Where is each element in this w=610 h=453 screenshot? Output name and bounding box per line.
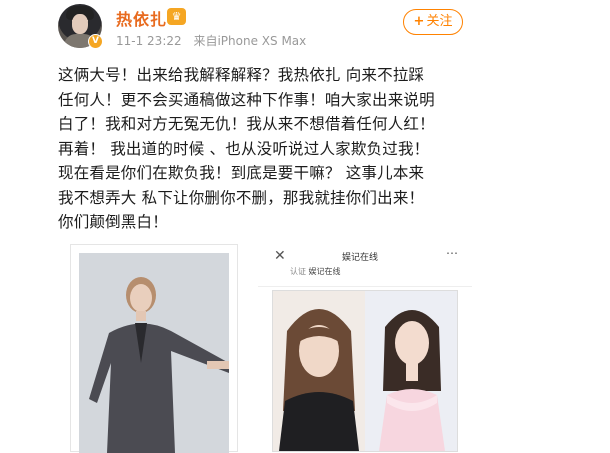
post-text-line: 任何人！更不会买通稿做这种下作事！咱大家出来说明 — [58, 90, 435, 109]
person-photo — [79, 253, 229, 453]
post-text-line: 现在看是你们在欺负我！到底是要干嘛？ 这事儿本来 — [58, 164, 425, 182]
more-icon: ⋯ — [446, 246, 459, 260]
post-text-line: 我不想弄大 私下让你删你不删，那我就挂你们出来！ — [58, 188, 425, 207]
embedded-sub-account: 娱记在线 — [308, 267, 341, 276]
username[interactable]: 热依扎 — [116, 6, 167, 30]
post-image-1[interactable] — [70, 244, 238, 453]
follow-button-label: 关注 — [426, 14, 453, 29]
left-portrait-illustration — [273, 291, 365, 451]
left-portrait-photo — [273, 291, 365, 451]
close-icon: ✕ — [274, 248, 286, 264]
post-text-line: 你们颠倒黑白！ — [58, 213, 168, 231]
post-body: 这俩大号！出来给我解释解释？我热依扎 向来不拉踩 任何人！更不会买通稿做这种下作… — [58, 63, 508, 235]
embedded-sub-prefix: 认证 — [290, 267, 306, 276]
plus-icon: + — [413, 14, 425, 29]
right-portrait-photo — [365, 291, 457, 451]
post-timestamp: 11-1 23:22 — [116, 34, 182, 48]
post-header: V 热依扎 ♛ 11-1 23:22 来自iPhone XS Max + 关注 — [0, 0, 610, 58]
post-text-line: 这俩大号！出来给我解释解释？我热依扎 向来不拉踩 — [58, 66, 425, 84]
follow-button[interactable]: + 关注 — [403, 9, 463, 35]
verified-badge-icon: V — [88, 34, 103, 49]
avatar-face — [72, 14, 88, 34]
member-crown-icon[interactable]: ♛ — [167, 8, 186, 25]
embedded-subtitle: 认证 娱记在线 — [290, 266, 341, 277]
person-figure-illustration — [79, 253, 229, 453]
embedded-nav-title: 娱记在线 — [342, 253, 379, 263]
post-image-2-screenshot[interactable]: ✕ 娱记在线 ⋯ 认证 娱记在线 — [258, 244, 472, 452]
embedded-nav-bar: ✕ 娱记在线 ⋯ 认证 娱记在线 — [258, 244, 472, 287]
right-portrait-illustration — [365, 291, 457, 451]
embedded-photo-frame — [272, 290, 458, 452]
post-text-line: 白了！我和对方无冤无仇！我从来不想借着任何人红！ — [58, 115, 435, 133]
post-meta: 11-1 23:22 来自iPhone XS Max — [116, 32, 314, 49]
post-source: 来自iPhone XS Max — [193, 34, 307, 48]
post-text-line: 再着！ 我出道的时候 、也从没听说过人家欺负过我！ — [58, 139, 430, 158]
